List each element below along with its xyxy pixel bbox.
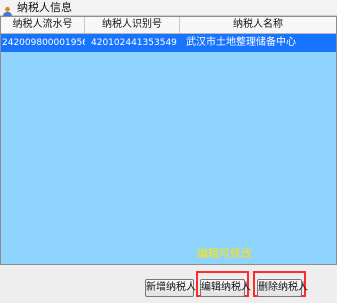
add-taxpayer-button[interactable]: 新增纳税人 bbox=[145, 279, 196, 297]
add-taxpayer-button-wrapper: 新增纳税人 bbox=[145, 275, 196, 297]
person-icon bbox=[2, 2, 13, 17]
edit-taxpayer-button[interactable]: 编辑纳税人 bbox=[200, 279, 251, 297]
edit-hint-text: 编辑可修改 bbox=[197, 247, 252, 260]
taxpayer-info-window: 纳税人信息 纳税人流水号 纳税人识别号 纳税人名称 24200980000195… bbox=[0, 0, 337, 303]
title-bar: 纳税人信息 bbox=[0, 0, 337, 17]
cell-taxpayer-id: 420102441353549 bbox=[91, 38, 177, 48]
delete-taxpayer-button-highlight: 删除纳税人 bbox=[253, 271, 308, 297]
table-header: 纳税人流水号 纳税人识别号 纳税人名称 bbox=[1, 17, 336, 34]
table-row[interactable]: 242009800001956802 420102441353549 武汉市土地… bbox=[1, 34, 336, 52]
edit-taxpayer-button-highlight: 编辑纳税人 bbox=[196, 271, 251, 297]
column-header-serial[interactable]: 纳税人流水号 bbox=[1, 17, 85, 33]
delete-taxpayer-button[interactable]: 删除纳税人 bbox=[257, 279, 308, 297]
taxpayer-table[interactable]: 纳税人流水号 纳税人识别号 纳税人名称 242009800001956802 4… bbox=[0, 16, 337, 265]
button-bar: 新增纳税人 编辑纳税人 删除纳税人 bbox=[0, 265, 337, 303]
cell-serial-number: 242009800001956802 bbox=[2, 38, 85, 48]
window-title: 纳税人信息 bbox=[17, 0, 72, 14]
column-header-name[interactable]: 纳税人名称 bbox=[180, 17, 336, 33]
column-header-id[interactable]: 纳税人识别号 bbox=[85, 17, 180, 33]
cell-taxpayer-name: 武汉市土地整理储备中心 bbox=[186, 37, 296, 48]
